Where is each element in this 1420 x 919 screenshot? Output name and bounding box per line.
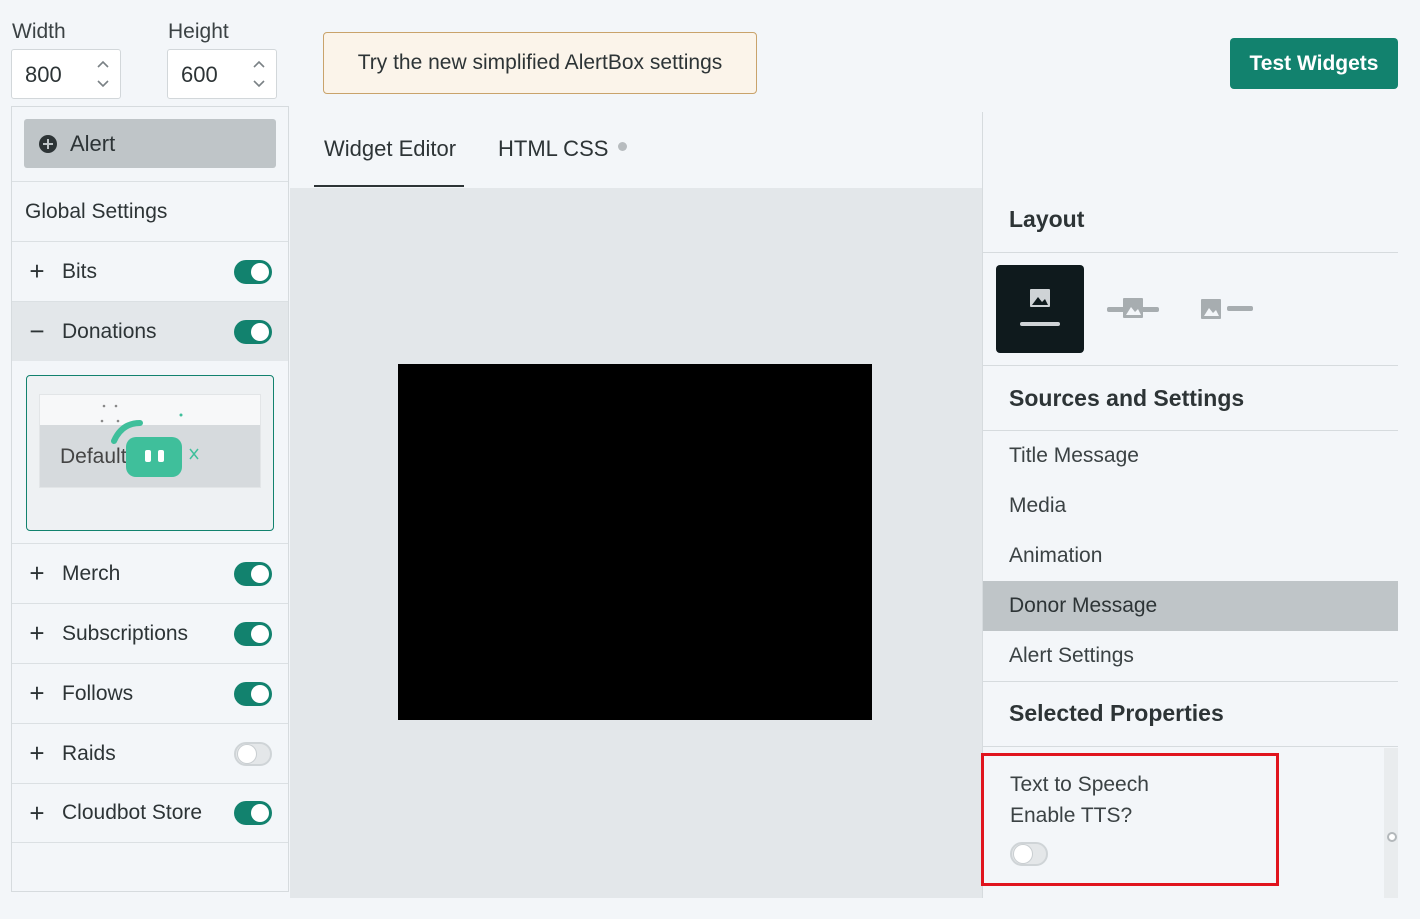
sidebar-item-bits[interactable]: + Bits xyxy=(12,241,288,301)
sidebar-item-label: Follows xyxy=(62,681,134,705)
editor-tabs: Widget Editor HTML CSS xyxy=(290,112,982,188)
stepper-arrows-icon[interactable] xyxy=(252,56,266,92)
menu-title-message[interactable]: Title Message xyxy=(983,431,1398,481)
expand-icon[interactable]: + xyxy=(12,618,62,649)
global-settings-label: Global Settings xyxy=(25,199,168,223)
unsaved-dot-icon xyxy=(618,142,627,151)
height-value: 600 xyxy=(181,62,218,87)
theme-name: Default xyxy=(60,445,127,468)
subscriptions-toggle[interactable] xyxy=(234,621,272,646)
layout-image-above-text-option[interactable] xyxy=(996,265,1084,353)
merch-toggle[interactable] xyxy=(234,561,272,586)
layout-title: Layout xyxy=(1009,206,1085,232)
widget-preview-canvas xyxy=(398,364,872,720)
tts-section-label: Text to Speech xyxy=(1010,773,1149,796)
sidebar-item-label: Merch xyxy=(62,561,121,585)
menu-donor-message[interactable]: Donor Message xyxy=(983,581,1398,631)
image-above-text-icon xyxy=(1020,289,1060,326)
default-theme-card[interactable]: Default xyxy=(26,375,274,531)
tts-toggle[interactable] xyxy=(1010,842,1048,866)
sidebar-item-label: Subscriptions xyxy=(62,621,189,645)
collapse-icon[interactable]: − xyxy=(12,316,62,347)
sidebar-item-donations[interactable]: − Donations xyxy=(12,301,288,361)
expand-icon[interactable]: + xyxy=(12,798,62,829)
widget-preview-area xyxy=(290,188,982,898)
sidebar-item-label: Bits xyxy=(62,259,98,283)
selected-properties-title: Selected Properties xyxy=(1009,700,1224,726)
height-input[interactable]: 600 xyxy=(167,49,277,99)
sources-title: Sources and Settings xyxy=(1009,385,1245,411)
sidebar-item-label: Raids xyxy=(62,741,116,765)
settings-panel: Layout Sources and Settings Title Messag… xyxy=(981,112,1398,898)
cloudbot-store-toggle[interactable] xyxy=(234,801,272,825)
layout-image-left-text-option[interactable] xyxy=(1195,287,1259,336)
global-settings-item[interactable]: Global Settings xyxy=(12,181,288,241)
simplified-settings-banner[interactable]: Try the new simplified AlertBox settings xyxy=(323,32,757,94)
active-tab-indicator xyxy=(314,185,464,187)
stepper-arrows-icon[interactable] xyxy=(96,56,110,92)
expand-icon[interactable]: + xyxy=(12,738,62,769)
expand-icon[interactable]: + xyxy=(12,678,62,709)
sidebar-item-label: Cloudbot Store xyxy=(62,801,203,824)
alert-type-sidebar: Alert Global Settings + Bits − Donations… xyxy=(11,106,289,892)
scroll-handle[interactable] xyxy=(1387,832,1397,842)
properties-scrollbar[interactable] xyxy=(1384,748,1398,898)
menu-animation[interactable]: Animation xyxy=(983,531,1398,581)
image-over-text-icon xyxy=(1107,298,1159,318)
expand-icon[interactable]: + xyxy=(12,558,62,589)
test-widgets-button[interactable]: Test Widgets xyxy=(1230,38,1398,89)
tab-widget-editor[interactable]: Widget Editor xyxy=(324,136,456,162)
width-value: 800 xyxy=(25,62,62,87)
tab-html-css[interactable]: HTML CSS xyxy=(498,136,608,162)
plus-circle-icon xyxy=(39,134,57,153)
alert-button-label: Alert xyxy=(70,130,116,156)
menu-alert-settings[interactable]: Alert Settings xyxy=(983,631,1398,681)
sidebar-item-raids[interactable]: + Raids xyxy=(12,723,288,783)
follows-toggle[interactable] xyxy=(234,681,272,706)
sidebar-item-cloudbot-store[interactable]: + Cloudbot Store xyxy=(12,783,288,843)
test-widgets-label: Test Widgets xyxy=(1249,51,1379,75)
image-left-text-icon xyxy=(1201,299,1253,319)
sidebar-item-label: Donations xyxy=(62,319,157,343)
add-alert-button[interactable]: Alert xyxy=(24,119,276,168)
height-label: Height xyxy=(168,20,229,43)
banner-text: Try the new simplified AlertBox settings xyxy=(357,51,723,74)
tts-question-label: Enable TTS? xyxy=(1010,804,1133,827)
width-label: Width xyxy=(12,20,66,43)
donations-toggle[interactable] xyxy=(234,319,272,344)
sidebar-item-merch[interactable]: + Merch xyxy=(12,543,288,603)
layout-image-over-text-option[interactable] xyxy=(1103,287,1163,336)
sidebar-item-subscriptions[interactable]: + Subscriptions xyxy=(12,603,288,663)
robot-mascot-icon xyxy=(126,437,182,477)
theme-thumbnail: Default xyxy=(39,394,261,488)
expand-icon[interactable]: + xyxy=(12,256,62,287)
raids-toggle[interactable] xyxy=(234,741,272,766)
bits-toggle[interactable] xyxy=(234,259,272,284)
sidebar-item-follows[interactable]: + Follows xyxy=(12,663,288,723)
tts-highlight-box: Text to Speech Enable TTS? xyxy=(981,753,1279,886)
width-input[interactable]: 800 xyxy=(11,49,121,99)
menu-media[interactable]: Media xyxy=(983,481,1398,531)
